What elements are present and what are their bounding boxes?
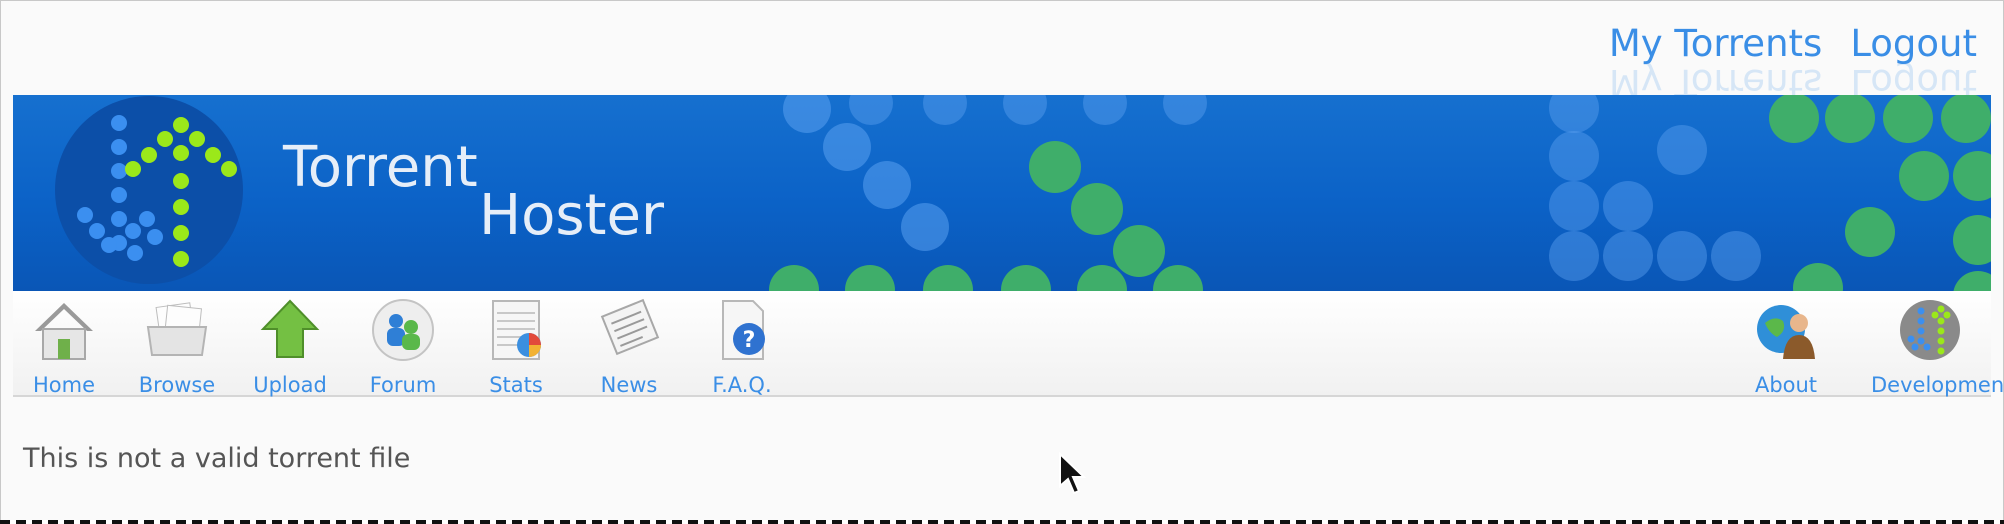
files-icon [146, 302, 208, 356]
nav-upload[interactable]: Upload [242, 297, 338, 397]
upload-arrow-icon [260, 299, 320, 358]
nav-news[interactable]: News [581, 297, 677, 397]
nav-faq[interactable]: ? F.A.Q. [694, 297, 790, 397]
nav-home-label: Home [32, 373, 95, 397]
nav-forum[interactable]: Forum [355, 297, 451, 397]
newspaper-icon [600, 298, 660, 356]
logout-link[interactable]: Logout Logout [1850, 19, 1977, 104]
site-title-line2: Hoster [479, 183, 664, 248]
nav-stats[interactable]: Stats [468, 297, 564, 397]
nav-stats-label: Stats [489, 373, 543, 397]
nav-news-label: News [600, 373, 658, 397]
nav-upload-label: Upload [253, 373, 327, 397]
spreadsheet-chart-icon [492, 300, 541, 360]
nav-about[interactable]: About [1738, 297, 1834, 397]
site-title-line1: Torrent [283, 135, 478, 200]
nav-browse-label: Browse [138, 373, 216, 397]
mouse-pointer-icon [1059, 452, 1086, 495]
bottom-dashed-border [0, 520, 2004, 524]
page-frame: My Torrents My Torrents Logout Logout To… [0, 0, 2004, 524]
nav-about-label: About [1754, 373, 1818, 397]
nav-faq-label: F.A.Q. [712, 373, 772, 397]
nav-forum-label: Forum [369, 373, 437, 397]
house-icon [35, 303, 93, 360]
logo-arrow-icon [1900, 300, 1960, 360]
site-banner: Torrent Hoster [13, 95, 1991, 291]
main-nav: Home Browse Upload Forum Stats News ? F.… [13, 291, 2004, 397]
globe-person-icon [1757, 305, 1815, 359]
error-message: This is not a valid torrent file [23, 443, 411, 474]
my-torrents-link[interactable]: My Torrents My Torrents [1609, 19, 1823, 104]
people-bubble-icon [372, 299, 434, 361]
nav-browse[interactable]: Browse [129, 297, 225, 397]
header-links: My Torrents My Torrents Logout Logout [1609, 19, 1977, 104]
svg-text:?: ? [743, 328, 756, 353]
nav-home[interactable]: Home [16, 297, 112, 397]
site-logo-icon [55, 96, 243, 284]
help-document-icon: ? [722, 300, 765, 360]
nav-development-label: Development [1871, 373, 2004, 397]
nav-development[interactable]: Development [1871, 297, 2004, 397]
